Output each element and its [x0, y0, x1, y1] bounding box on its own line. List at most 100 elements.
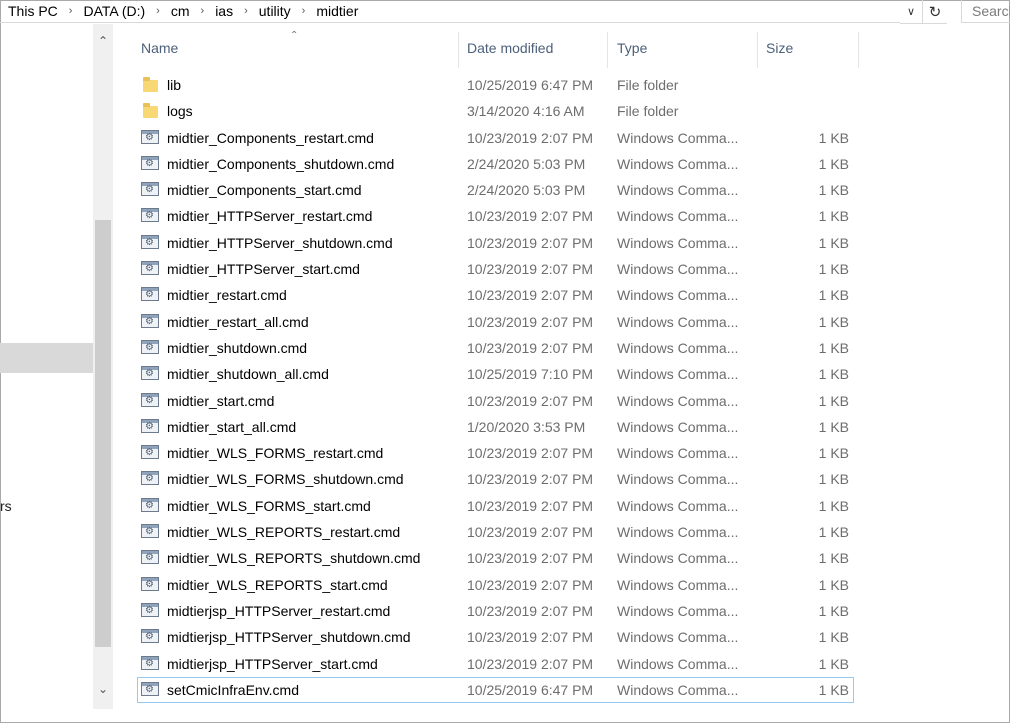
file-type: Windows Comma...	[617, 261, 739, 278]
file-size: 1 KB	[818, 182, 849, 199]
file-row[interactable]: midtierjsp_HTTPServer_start.cmd 10/23/201…	[113, 651, 858, 677]
file-type: Windows Comma...	[617, 550, 739, 567]
column-divider[interactable]	[757, 32, 758, 68]
file-row[interactable]: midtier_WLS_FORMS_restart.cmd 10/23/2019 …	[113, 440, 858, 466]
cmd-file-icon	[141, 418, 160, 435]
file-row[interactable]: setCmicInfraEnv.cmd 10/25/2019 6:47 PM Win…	[137, 676, 854, 704]
file-type: Windows Comma...	[617, 471, 739, 488]
file-list: lib 10/25/2019 6:47 PM File folder logs 3/14…	[113, 72, 858, 704]
file-date-modified: 10/25/2019 6:47 PM	[467, 77, 594, 93]
file-row[interactable]: midtierjsp_HTTPServer_restart.cmd 10/23/2…	[113, 598, 858, 624]
scroll-down-icon[interactable]: ⌄	[93, 682, 113, 700]
column-divider[interactable]	[607, 32, 608, 68]
file-name: midtier_WLS_FORMS_shutdown.cmd	[167, 471, 404, 488]
file-size: 1 KB	[818, 681, 849, 698]
file-row[interactable]: midtier_restart.cmd 10/23/2019 2:07 PM Win…	[113, 282, 858, 308]
nav-item-fragment[interactable]: rs	[0, 498, 12, 514]
file-size: 1 KB	[818, 392, 849, 409]
file-row[interactable]: midtier_HTTPServer_restart.cmd 10/23/2019…	[113, 203, 858, 229]
file-type: Windows Comma...	[617, 629, 739, 646]
column-size[interactable]: Size	[766, 40, 793, 56]
file-name: midtier_Components_start.cmd	[167, 182, 362, 199]
file-size: 1 KB	[818, 629, 849, 646]
file-row[interactable]: midtier_WLS_REPORTS_shutdown.cmd 10/23/20…	[113, 545, 858, 571]
breadcrumb-item[interactable]: This PC	[8, 3, 58, 19]
search-input[interactable]: Search	[961, 0, 1010, 23]
file-type: Windows Comma...	[617, 129, 739, 146]
file-row[interactable]: midtier_shutdown_all.cmd 10/25/2019 7:10 …	[113, 361, 858, 387]
file-date-modified: 10/23/2019 2:07 PM	[467, 339, 594, 356]
file-row[interactable]: logs 3/14/2020 4:16 AM File folder	[113, 98, 858, 124]
file-row[interactable]: lib 10/25/2019 6:47 PM File folder	[113, 72, 858, 98]
file-type: Windows Comma...	[617, 497, 739, 514]
file-date-modified: 10/23/2019 2:07 PM	[467, 234, 594, 251]
breadcrumb-separator-icon[interactable]: ›	[201, 5, 205, 17]
file-row[interactable]: midtier_HTTPServer_shutdown.cmd 10/23/201…	[113, 230, 858, 256]
file-name: midtier_start.cmd	[167, 392, 275, 409]
file-date-modified: 10/23/2019 2:07 PM	[467, 655, 594, 672]
cmd-file-icon	[141, 681, 160, 698]
file-row[interactable]: midtier_HTTPServer_start.cmd 10/23/2019 2…	[113, 256, 858, 282]
file-type: Windows Comma...	[617, 287, 739, 304]
file-date-modified: 10/23/2019 2:07 PM	[467, 471, 594, 488]
cmd-file-icon	[141, 339, 160, 356]
file-row[interactable]: midtier_Components_shutdown.cmd 2/24/2020…	[113, 151, 858, 177]
file-row[interactable]: midtier_Components_restart.cmd 10/23/2019…	[113, 125, 858, 151]
file-size: 1 KB	[818, 261, 849, 278]
cmd-file-icon	[141, 628, 160, 645]
file-row[interactable]: midtier_restart_all.cmd 10/23/2019 2:07 P…	[113, 309, 858, 335]
breadcrumb-item[interactable]: ias	[215, 3, 233, 19]
scroll-thumb[interactable]	[95, 220, 111, 647]
column-divider[interactable]	[858, 32, 859, 68]
scroll-up-icon[interactable]: ⌃	[93, 34, 113, 52]
file-type: Windows Comma...	[617, 313, 739, 330]
file-row[interactable]: midtier_WLS_REPORTS_start.cmd 10/23/2019 …	[113, 572, 858, 598]
breadcrumb-item[interactable]: utility	[259, 3, 291, 19]
file-row[interactable]: midtier_WLS_FORMS_start.cmd 10/23/2019 2:…	[113, 493, 858, 519]
file-row[interactable]: midtier_WLS_FORMS_shutdown.cmd 10/23/2019…	[113, 466, 858, 492]
file-name: midtier_shutdown_all.cmd	[167, 366, 329, 383]
breadcrumb-separator-icon[interactable]: ›	[244, 5, 248, 17]
file-date-modified: 10/23/2019 2:07 PM	[467, 445, 594, 462]
breadcrumb[interactable]: This PC › DATA (D:) › cm › ias › utility › midtier	[0, 0, 900, 23]
file-date-modified: 10/23/2019 2:07 PM	[467, 576, 594, 593]
cmd-file-icon	[141, 497, 160, 514]
file-date-modified: 10/23/2019 2:07 PM	[467, 287, 594, 304]
file-date-modified: 10/25/2019 6:47 PM	[467, 681, 594, 698]
file-date-modified: 10/23/2019 2:07 PM	[467, 497, 594, 514]
nav-selected-item[interactable]	[0, 343, 93, 373]
breadcrumb-separator-icon[interactable]: ›	[302, 5, 306, 17]
breadcrumb-item[interactable]: cm	[171, 3, 190, 19]
column-divider[interactable]	[458, 32, 459, 68]
file-name: midtier_shutdown.cmd	[167, 339, 308, 356]
breadcrumb-separator-icon[interactable]: ›	[156, 5, 160, 17]
file-row[interactable]: midtier_start.cmd 10/23/2019 2:07 PM Windo…	[113, 388, 858, 414]
file-size: 1 KB	[818, 602, 849, 619]
column-name[interactable]: Name	[141, 40, 178, 56]
column-type[interactable]: Type	[617, 40, 647, 56]
breadcrumb-item[interactable]: DATA (D:)	[83, 3, 145, 19]
cmd-file-icon	[141, 181, 160, 198]
file-name: midtier_WLS_FORMS_restart.cmd	[167, 445, 384, 462]
file-row[interactable]: midtier_shutdown.cmd 10/23/2019 2:07 PM Wi…	[113, 335, 858, 361]
chevron-down-icon[interactable]: ∨	[900, 0, 922, 24]
file-name: midtier_HTTPServer_restart.cmd	[167, 208, 373, 225]
file-type: Windows Comma...	[617, 234, 739, 251]
file-name: midtier_restart_all.cmd	[167, 313, 309, 330]
file-row[interactable]: midtierjsp_HTTPServer_shutdown.cmd 10/23/…	[113, 624, 858, 650]
file-name: midtier_restart.cmd	[167, 287, 287, 304]
breadcrumb-separator-icon[interactable]: ›	[69, 5, 73, 17]
file-row[interactable]: midtier_WLS_REPORTS_restart.cmd 10/23/201…	[113, 519, 858, 545]
refresh-icon[interactable]: ↻	[922, 0, 947, 24]
column-date-modified[interactable]: Date modified	[467, 40, 553, 56]
navigation-pane: rs	[0, 24, 93, 723]
file-size: 1 KB	[818, 655, 849, 672]
file-date-modified: 2/24/2020 5:03 PM	[467, 182, 586, 199]
breadcrumb-item[interactable]: midtier	[316, 3, 358, 19]
file-row[interactable]: midtier_start_all.cmd 1/20/2020 3:53 PM Wi…	[113, 414, 858, 440]
cmd-file-icon	[141, 576, 160, 593]
file-name: setCmicInfraEnv.cmd	[167, 681, 299, 698]
file-size: 1 KB	[818, 576, 849, 593]
file-row[interactable]: midtier_Components_start.cmd 2/24/2020 5:…	[113, 177, 858, 203]
nav-scrollbar[interactable]: ⌃ ⌄	[93, 24, 113, 709]
